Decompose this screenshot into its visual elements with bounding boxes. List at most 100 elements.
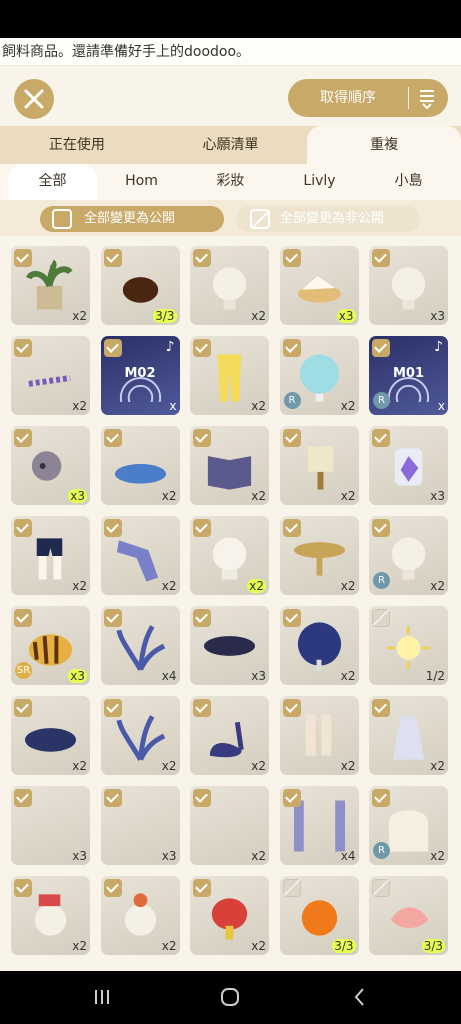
item-tile[interactable]: x4 <box>100 606 180 685</box>
item-tile[interactable]: M02 ♪ x <box>100 336 180 415</box>
item-tile[interactable]: SR x3 <box>11 606 90 685</box>
public-checkbox-checked[interactable] <box>372 789 390 807</box>
public-checkbox-checked[interactable] <box>14 429 32 447</box>
subtab-makeup[interactable]: 彩妝 <box>186 164 275 200</box>
item-tile[interactable]: x3 <box>190 606 269 685</box>
public-checkbox-checked[interactable] <box>282 519 301 537</box>
item-tile[interactable]: x2 <box>11 696 90 775</box>
item-tile[interactable]: x3 <box>369 426 448 505</box>
item-tile[interactable]: 3/3 <box>279 876 359 955</box>
item-tile[interactable]: x2 <box>279 696 359 775</box>
item-tile[interactable]: x4 <box>279 786 359 865</box>
make-all-private-button[interactable]: 全部變更為非公開 <box>236 206 420 232</box>
public-checkbox-checked[interactable] <box>14 789 32 807</box>
public-checkbox-checked[interactable] <box>193 339 211 357</box>
subtab-livly[interactable]: Livly <box>275 164 364 200</box>
item-tile[interactable]: x3 <box>11 426 90 505</box>
public-checkbox-checked[interactable] <box>103 879 122 897</box>
public-checkbox-checked[interactable] <box>103 519 122 537</box>
item-tile[interactable]: x2 <box>279 516 359 595</box>
item-tile[interactable]: x2 <box>11 516 90 595</box>
public-checkbox-checked[interactable] <box>282 699 301 717</box>
public-checkbox-checked[interactable] <box>103 609 122 627</box>
item-tile[interactable]: x2 <box>100 876 180 955</box>
public-checkbox-checked[interactable] <box>14 609 32 627</box>
item-tile[interactable]: M01 ♪ Rx <box>369 336 448 415</box>
item-tile[interactable]: x2 <box>190 516 269 595</box>
public-checkbox-checked[interactable] <box>282 249 301 267</box>
subtab-hom[interactable]: Hom <box>97 164 186 200</box>
public-checkbox-checked[interactable] <box>14 699 32 717</box>
public-checkbox-unchecked[interactable] <box>372 609 390 627</box>
item-tile[interactable]: x3 <box>369 246 448 325</box>
recent-apps-icon[interactable] <box>90 985 114 1009</box>
item-tile[interactable]: x2 <box>190 336 269 415</box>
item-tile[interactable]: x2 <box>100 696 180 775</box>
public-checkbox-checked[interactable] <box>14 879 32 897</box>
public-checkbox-checked[interactable] <box>372 519 390 537</box>
item-tile[interactable]: x3 <box>11 786 90 865</box>
public-checkbox-checked[interactable] <box>282 609 301 627</box>
public-checkbox-checked[interactable] <box>14 519 32 537</box>
item-tile[interactable]: x2 <box>369 696 448 775</box>
item-tile[interactable]: x2 <box>279 426 359 505</box>
item-tile[interactable]: x3 <box>100 786 180 865</box>
item-tile[interactable]: x2 <box>279 606 359 685</box>
item-tile[interactable]: Rx2 <box>369 516 448 595</box>
item-count: x3 <box>430 489 445 503</box>
public-checkbox-checked[interactable] <box>14 339 32 357</box>
item-tile[interactable]: x2 <box>11 246 90 325</box>
item-tile[interactable]: x2 <box>11 876 90 955</box>
tab-duplicates[interactable]: 重複 <box>307 126 461 164</box>
item-tile[interactable]: 1/2 <box>369 606 448 685</box>
home-icon[interactable] <box>218 985 242 1009</box>
item-tile[interactable]: 3/3 <box>369 876 448 955</box>
item-tile[interactable]: x2 <box>190 696 269 775</box>
public-checkbox-checked[interactable] <box>14 249 32 267</box>
item-tile[interactable]: 3/3 <box>100 246 180 325</box>
public-checkbox-checked[interactable] <box>193 429 211 447</box>
public-checkbox-checked[interactable] <box>282 339 301 357</box>
close-button[interactable] <box>14 79 54 119</box>
public-checkbox-checked[interactable] <box>103 789 122 807</box>
subtab-all[interactable]: 全部 <box>8 164 97 200</box>
public-checkbox-checked[interactable] <box>193 609 211 627</box>
item-tile[interactable]: x2 <box>190 876 269 955</box>
item-tile[interactable]: Rx2 <box>369 786 448 865</box>
public-checkbox-checked[interactable] <box>372 249 390 267</box>
public-checkbox-checked[interactable] <box>372 699 390 717</box>
sort-order-button[interactable]: 取得順序 <box>288 79 448 117</box>
item-tile[interactable]: x2 <box>190 786 269 865</box>
public-checkbox-checked[interactable] <box>103 429 122 447</box>
item-tile[interactable]: x2 <box>190 426 269 505</box>
public-checkbox-unchecked[interactable] <box>282 879 301 897</box>
livly-icon <box>31 451 62 481</box>
public-checkbox-checked[interactable] <box>193 249 211 267</box>
item-tile[interactable]: Rx2 <box>279 336 359 415</box>
tab-in-use[interactable]: 正在使用 <box>0 126 154 164</box>
public-checkbox-checked[interactable] <box>193 519 211 537</box>
back-icon[interactable] <box>348 985 372 1009</box>
public-checkbox-checked[interactable] <box>103 249 122 267</box>
public-checkbox-checked[interactable] <box>193 879 211 897</box>
public-checkbox-checked[interactable] <box>193 789 211 807</box>
public-checkbox-checked[interactable] <box>103 339 122 357</box>
make-all-public-button[interactable]: 全部變更為公開 <box>40 206 224 232</box>
public-checkbox-unchecked[interactable] <box>372 879 390 897</box>
public-checkbox-checked[interactable] <box>282 429 301 447</box>
subtab-island[interactable]: 小島 <box>364 164 453 200</box>
item-tile[interactable]: x2 <box>100 516 180 595</box>
tab-wishlist[interactable]: 心願清單 <box>154 126 308 164</box>
public-checkbox-checked[interactable] <box>193 699 211 717</box>
item-tile[interactable]: x2 <box>190 246 269 325</box>
public-checkbox-checked[interactable] <box>103 699 122 717</box>
public-checkbox-checked[interactable] <box>372 339 390 357</box>
item-tile[interactable]: x3 <box>279 246 359 325</box>
flower-hat-icon <box>124 893 156 936</box>
item-tile[interactable]: x2 <box>100 426 180 505</box>
item-count: x3 <box>336 309 356 323</box>
public-checkbox-checked[interactable] <box>372 429 390 447</box>
blank-item-icon <box>23 800 78 852</box>
public-checkbox-checked[interactable] <box>282 789 301 807</box>
item-tile[interactable]: x2 <box>11 336 90 415</box>
